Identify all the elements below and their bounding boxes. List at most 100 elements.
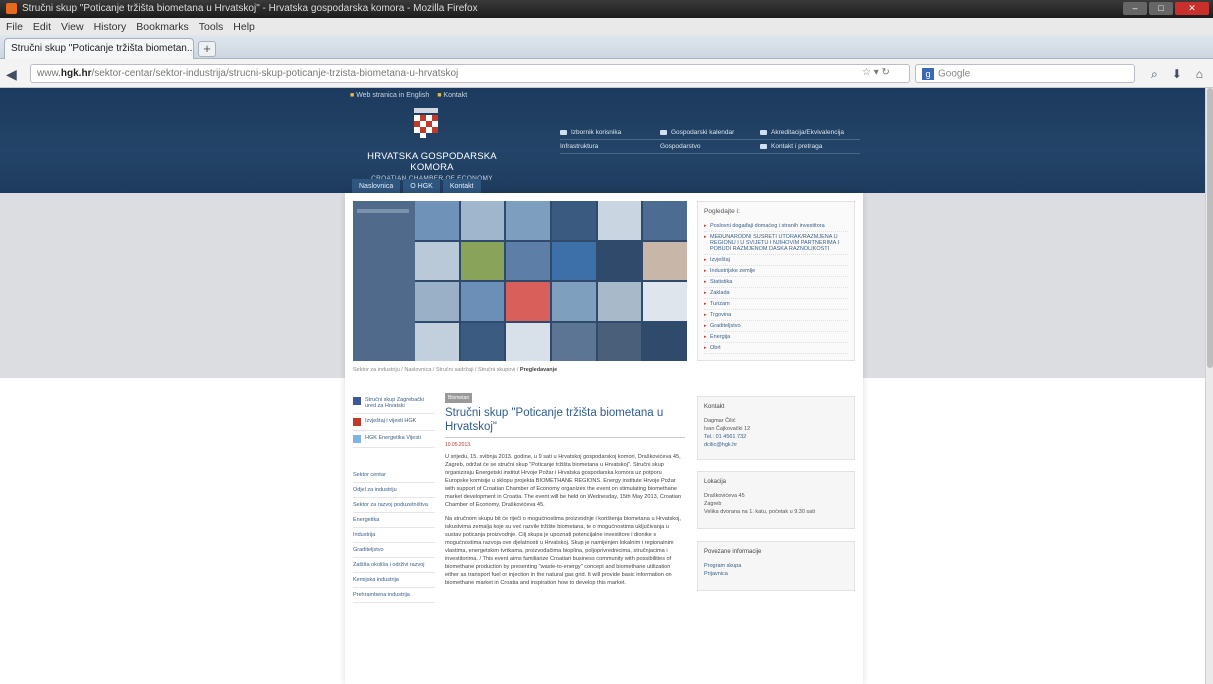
related-link[interactable]: Graditeljstvo (704, 321, 848, 332)
minimize-button[interactable]: – (1123, 2, 1147, 15)
sidebar-menu-item[interactable]: Prehrambena industrija (353, 588, 435, 603)
sidebar-menu-item[interactable]: Zaštita okoliša i održivi razvoj (353, 558, 435, 573)
sidebar-block[interactable]: Izvještaj i vijesti HGK (353, 414, 435, 431)
english-link[interactable]: ■ Web stranica in English (350, 92, 429, 99)
mosaic-tile (643, 282, 687, 321)
nav-square-icon (760, 130, 767, 135)
sidebar-block-label: HGK Energetika Vijesti (365, 435, 421, 441)
search-bar[interactable]: g Google (915, 64, 1135, 83)
sidebar-block-label: Izvještaj i vijesti HGK (365, 418, 417, 424)
reload-icon[interactable]: ☆ ▾ ↻ (862, 67, 890, 78)
related-link[interactable]: Trgovina (704, 310, 848, 321)
menu-bookmarks[interactable]: Bookmarks (136, 21, 189, 33)
contact-top-link[interactable]: ■ Kontakt (437, 92, 467, 99)
menu-file[interactable]: File (6, 21, 23, 33)
mainnav-home[interactable]: Naslovnica (352, 179, 401, 194)
brand-block[interactable]: HRVATSKA GOSPODARSKA KOMORA CROATIAN CHA… (352, 151, 512, 182)
related-info-box: Povezane informacije Program skupa Prija… (697, 541, 855, 591)
related-link[interactable]: Energija (704, 332, 848, 343)
topnav-row: Infrastruktura Gospodarstvo Kontakt i pr… (560, 140, 860, 154)
chequered-shield-logo-icon[interactable] (412, 108, 440, 138)
article: Biometan Stručni skup "Poticanje tržišta… (445, 393, 685, 593)
menu-history[interactable]: History (94, 21, 127, 33)
mosaic-tile (506, 241, 550, 280)
home-icon[interactable]: ⌂ (1196, 67, 1203, 82)
page-viewport: ■ Web stranica in English ■ Kontakt HRVA… (0, 88, 1205, 684)
related-links-panel: Pogledajte i: Poslovni događaji domaćeg … (697, 201, 855, 361)
sidebar-menu-item[interactable]: Energetika (353, 513, 435, 528)
scrollbar-thumb[interactable] (1207, 88, 1213, 368)
mosaic-tile (506, 322, 550, 361)
location-line: Draškovićeva 45 (704, 493, 745, 499)
related-link[interactable]: Obrt (704, 343, 848, 354)
related-link[interactable]: Statistika (704, 277, 848, 288)
nav-square-icon (560, 130, 567, 135)
sidebar-menu-item[interactable]: Graditeljstvo (353, 543, 435, 558)
related-link[interactable]: Turizam (704, 299, 848, 310)
page-scrollbar[interactable] (1205, 88, 1213, 684)
contact-line: Ivan Čajkovački 12 (704, 426, 751, 432)
topnav-item[interactable]: Akreditacija/Ekvivalencija (760, 129, 860, 136)
sidebar-menu-item[interactable]: Sektor centar (353, 468, 435, 483)
menu-help[interactable]: Help (233, 21, 255, 33)
search-icon[interactable]: ⌕ (1151, 67, 1158, 82)
related-link[interactable]: Poslovni događaji domaćeg i stranih inve… (704, 221, 848, 232)
new-tab-button[interactable]: + (198, 41, 216, 57)
contact-email-link[interactable]: dcilic@hgk.hr (704, 441, 848, 449)
browser-tab-active[interactable]: Stručni skup "Poticanje tržišta biometan… (4, 38, 194, 59)
download-icon[interactable]: ⬇ (1172, 67, 1182, 82)
topnav-item[interactable]: Izbornik korisnika (560, 129, 660, 136)
mosaic-tile (460, 241, 505, 280)
contact-phone[interactable]: Tel.: 01 4561 732 (704, 433, 848, 441)
related-info-link[interactable]: Program skupa (704, 562, 848, 570)
sidebar-menu-item[interactable]: Sektor za razvoj poduzetništva (353, 498, 435, 513)
related-link[interactable]: MEĐUNARODNI SUSRETI UTORAK/RAZMJENA U RE… (704, 232, 848, 255)
sidebar-block[interactable]: Stručni skup Zagrebački ured za Hrvatski (353, 393, 435, 414)
menu-view[interactable]: View (61, 21, 84, 33)
article-tag[interactable]: Biometan (445, 393, 473, 403)
close-window-button[interactable]: ✕ (1175, 2, 1209, 15)
topnav-item[interactable]: Kontakt i pretraga (760, 143, 860, 150)
article-title: Stručni skup "Poticanje tržišta biometan… (445, 407, 664, 433)
related-link[interactable]: Zaklada (704, 288, 848, 299)
topnav-item[interactable]: Gospodarstvo (660, 143, 760, 150)
mail-icon: ■ (437, 92, 442, 99)
maximize-button[interactable]: □ (1149, 2, 1173, 15)
breadcrumb-path[interactable]: Sektor za industriju / Naslovnica / Stru… (353, 367, 518, 373)
content-container: Pogledajte i: Poslovni događaji domaćeg … (345, 193, 863, 684)
sidebar-menu-item[interactable]: Kemijska industrija (353, 573, 435, 588)
mosaic-tile (552, 322, 596, 361)
window-controls: – □ ✕ (1123, 2, 1209, 15)
mosaic-tile (506, 201, 550, 240)
url-bar[interactable]: www.hgk.hr/sektor-centar/sektor-industri… (30, 64, 910, 83)
menu-tools[interactable]: Tools (199, 21, 224, 33)
mainnav-about[interactable]: O HGK (403, 179, 440, 194)
mosaic-tile (415, 282, 459, 321)
window-titlebar: Stručni skup "Poticanje tržišta biometan… (0, 0, 1213, 18)
flag-icon: ■ (350, 92, 355, 99)
related-links-title: Pogledajte i: (704, 208, 740, 215)
related-link[interactable]: Industrijske zemlje (704, 266, 848, 277)
topnav-item[interactable]: Gospodarski kalendar (660, 129, 760, 136)
mosaic-tile (597, 241, 642, 280)
back-arrow-icon[interactable]: ◀ (6, 66, 17, 83)
related-link[interactable]: Izvještaj (704, 255, 848, 266)
article-date: 10.05.2013. (445, 437, 685, 449)
search-placeholder: Google (938, 68, 971, 80)
url-prefix: www. (37, 68, 61, 79)
sidebar-block[interactable]: HGK Energetika Vijesti (353, 431, 435, 448)
url-path: /sektor-centar/sektor-industrija/strucni… (91, 68, 459, 79)
sidebar-menu-item[interactable]: Odjel za industriju (353, 483, 435, 498)
related-info-link[interactable]: Prijavnica (704, 570, 848, 578)
topnav-item[interactable]: Infrastruktura (560, 143, 660, 150)
location-line: Velika dvorana na 1. katu, početak u 9.3… (704, 509, 815, 515)
mosaic-tile (460, 282, 505, 321)
sidebar-menu-item[interactable]: Industrija (353, 528, 435, 543)
mainnav-contact[interactable]: Kontakt (442, 179, 481, 194)
article-paragraph: Na stručnom skupu bit će riječi o mogućn… (445, 516, 681, 586)
menu-edit[interactable]: Edit (33, 21, 51, 33)
banner-tab[interactable] (357, 209, 409, 213)
topnav-label: Infrastruktura (560, 143, 599, 150)
window-title: Stručni skup "Poticanje tržišta biometan… (22, 3, 478, 14)
topnav-label: Gospodarstvo (660, 143, 701, 150)
